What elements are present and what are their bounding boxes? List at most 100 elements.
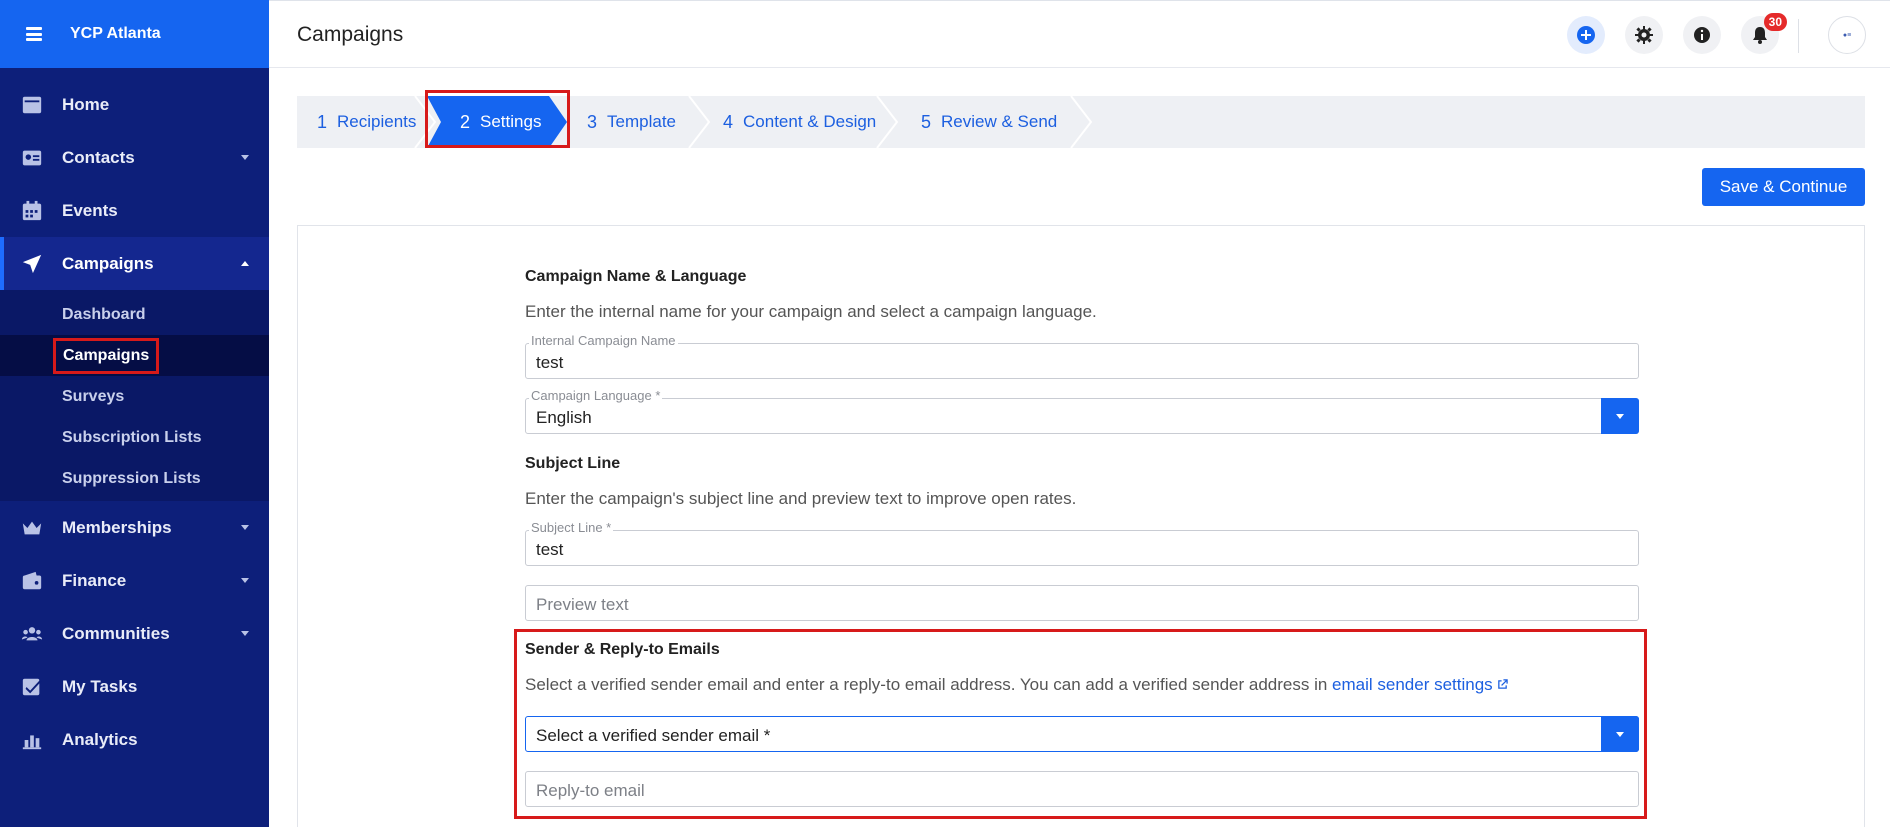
field-value: test [536, 540, 564, 559]
org-name: YCP Atlanta [70, 25, 161, 42]
step-separator [688, 96, 711, 148]
step-highlight-box [425, 90, 570, 148]
subnav-item-subscription-lists[interactable]: Subscription Lists [0, 417, 269, 458]
step-recipients[interactable]: 1 Recipients [317, 96, 416, 148]
field-label: Campaign Language * [529, 388, 663, 403]
subnav-label: Suppression Lists [62, 469, 201, 487]
sidebar-item-label: Finance [62, 570, 127, 590]
subject-section-desc: Enter the campaign's subject line and pr… [525, 489, 1077, 508]
dropdown-caret-icon[interactable] [1601, 398, 1639, 434]
dropdown-caret-icon[interactable] [1601, 716, 1639, 752]
subnav-item-campaigns[interactable]: Campaigns [0, 335, 269, 376]
step-review-send[interactable]: 5 Review & Send [921, 96, 1057, 148]
step-content-design[interactable]: 4 Content & Design [723, 96, 876, 148]
settings-button[interactable] [1625, 16, 1663, 54]
step-template[interactable]: 3 Template [587, 96, 676, 148]
sidebar-item-finance[interactable]: Finance [0, 554, 269, 607]
step-separator [1070, 96, 1093, 148]
home-icon [20, 93, 44, 117]
campaign-language-select[interactable]: Campaign Language * English [525, 388, 1639, 434]
people-icon [20, 622, 44, 646]
sidebar-item-communities[interactable]: Communities [0, 607, 269, 660]
checklist-icon [20, 675, 44, 699]
preview-text-field[interactable]: Preview text [525, 585, 1639, 621]
sidebar-item-contacts[interactable]: Contacts [0, 131, 269, 184]
subnav-label: Campaigns [52, 337, 160, 374]
external-link-icon [1498, 679, 1509, 689]
top-bar: Campaigns 30 ●≡ [269, 0, 1890, 68]
sidebar: YCP Atlanta Home Contacts Events Campaig… [0, 0, 269, 827]
sidebar-item-label: Memberships [62, 517, 172, 537]
step-label: Template [607, 112, 676, 131]
sidebar-item-campaigns[interactable]: Campaigns [0, 237, 269, 290]
field-value: test [536, 353, 564, 372]
sidebar-item-label: Communities [62, 623, 170, 643]
sidebar-item-label: Analytics [62, 729, 138, 749]
info-button[interactable] [1683, 16, 1721, 54]
step-number: 4 [723, 111, 734, 132]
subnav-item-dashboard[interactable]: Dashboard [0, 294, 269, 335]
campaign-name-section-title: Campaign Name & Language [525, 268, 747, 285]
hamburger-menu-icon[interactable] [26, 27, 42, 41]
subnav-label: Subscription Lists [62, 428, 202, 446]
subject-line-field[interactable]: Subject Line * test [525, 520, 1639, 566]
sender-email-select[interactable]: Select a verified sender email * [525, 716, 1639, 752]
subnav-label: Surveys [62, 387, 125, 405]
plus-circle-icon [1577, 26, 1595, 44]
sidebar-nav: Home Contacts Events Campaigns Dashboard… [0, 78, 269, 766]
sidebar-item-home[interactable]: Home [0, 78, 269, 131]
step-number: 5 [921, 111, 932, 132]
step-number: 1 [317, 111, 328, 132]
field-value: English [536, 408, 592, 427]
toolbar-divider [1798, 19, 1799, 53]
subnav-label: Dashboard [62, 305, 146, 323]
sidebar-item-label: Events [62, 200, 118, 220]
notification-badge: 30 [1763, 13, 1787, 31]
campaigns-subnav: Dashboard Campaigns Surveys Subscription… [0, 290, 269, 501]
bar-chart-icon [20, 728, 44, 752]
sidebar-item-label: My Tasks [62, 676, 138, 696]
save-continue-button[interactable]: Save & Continue [1702, 168, 1865, 206]
campaign-name-section-desc: Enter the internal name for your campaig… [525, 302, 1097, 321]
field-value: Select a verified sender email * [536, 726, 771, 745]
crown-icon [20, 516, 44, 540]
step-label: Content & Design [743, 112, 877, 131]
chevron-up-icon [241, 261, 249, 266]
sidebar-item-label: Campaigns [62, 253, 154, 273]
sender-desc-text: Select a verified sender email and enter… [525, 675, 1328, 694]
subnav-item-surveys[interactable]: Surveys [0, 376, 269, 417]
add-button[interactable] [1567, 16, 1605, 54]
sidebar-item-label: Contacts [62, 147, 135, 167]
field-label: Subject Line * [529, 520, 614, 535]
field-label: Internal Campaign Name [529, 333, 678, 348]
sidebar-item-my-tasks[interactable]: My Tasks [0, 660, 269, 713]
chevron-down-icon [241, 578, 249, 583]
sender-section-title: Sender & Reply-to Emails [525, 641, 720, 658]
notifications-button[interactable]: 30 [1741, 13, 1787, 54]
sender-section-desc: Select a verified sender email and enter… [525, 675, 1509, 695]
step-number: 3 [587, 111, 598, 132]
info-icon [1694, 27, 1710, 43]
step-label: Recipients [337, 112, 417, 131]
subject-section-title: Subject Line [525, 455, 621, 472]
campaign-name-field[interactable]: Internal Campaign Name test [525, 333, 1639, 379]
wallet-icon [20, 569, 44, 593]
avatar[interactable]: ●≡ [1828, 16, 1866, 54]
subnav-item-suppression-lists[interactable]: Suppression Lists [0, 458, 269, 499]
sidebar-item-events[interactable]: Events [0, 184, 269, 237]
sidebar-item-analytics[interactable]: Analytics [0, 713, 269, 766]
contacts-icon [20, 146, 44, 170]
sidebar-item-memberships[interactable]: Memberships [0, 501, 269, 554]
step-label: Review & Send [941, 112, 1058, 131]
chevron-down-icon [241, 525, 249, 530]
calendar-icon [20, 199, 44, 223]
email-sender-settings-link[interactable]: email sender settings [1332, 675, 1509, 694]
field-placeholder: Preview text [536, 595, 629, 614]
reply-to-email-field[interactable]: Reply-to email [525, 771, 1639, 807]
page-title: Campaigns [297, 23, 404, 46]
paper-plane-icon [20, 252, 44, 276]
link-text: email sender settings [1332, 675, 1493, 694]
chevron-down-icon [241, 155, 249, 160]
brand-bar: YCP Atlanta [0, 0, 269, 68]
field-placeholder: Reply-to email [536, 781, 645, 800]
